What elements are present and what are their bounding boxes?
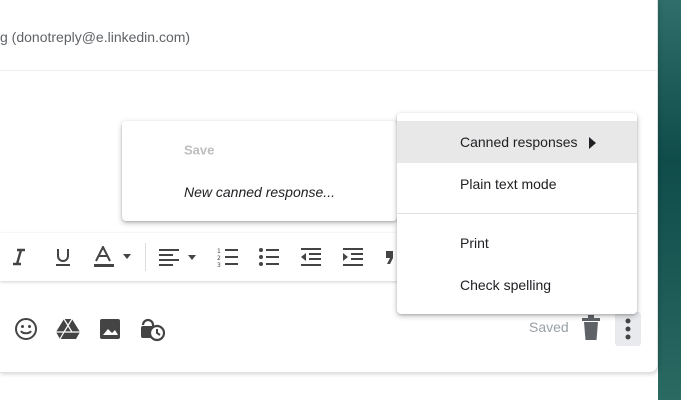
svg-text:2: 2 — [217, 255, 221, 262]
underline-icon[interactable] — [52, 245, 74, 269]
saved-status: Saved — [529, 319, 569, 335]
more-vert-icon — [625, 318, 631, 340]
bulleted-list-icon[interactable] — [258, 245, 280, 269]
more-options-menu: Canned responses Plain text mode Print C… — [397, 113, 637, 314]
recipient-address: g (donotreply@e.linkedin.com) — [0, 29, 191, 45]
menu-item-save: Save — [184, 142, 215, 158]
text-color-icon[interactable] — [93, 245, 135, 269]
svg-text:3: 3 — [217, 262, 221, 267]
quote-icon[interactable] — [384, 245, 396, 269]
indent-more-icon[interactable] — [342, 245, 364, 269]
submenu-arrow-icon — [589, 136, 596, 152]
align-icon[interactable] — [157, 245, 201, 269]
menu-separator — [397, 213, 637, 214]
menu-item-canned-responses[interactable]: Canned responses — [397, 121, 637, 163]
toolbar-separator — [145, 243, 146, 271]
photo-icon[interactable] — [97, 316, 123, 342]
emoji-icon[interactable] — [13, 316, 39, 342]
desktop-background — [658, 0, 681, 400]
drive-icon[interactable] — [55, 316, 81, 342]
confidential-mode-icon[interactable] — [139, 316, 165, 342]
menu-item-print[interactable]: Print — [397, 222, 637, 264]
formatting-toolbar: 123 — [0, 233, 420, 281]
numbered-list-icon[interactable]: 123 — [217, 245, 239, 269]
menu-item-new-canned-response[interactable]: New canned response... — [122, 176, 397, 208]
menu-item-check-spelling[interactable]: Check spelling — [397, 264, 637, 306]
header-divider — [0, 70, 657, 71]
svg-text:1: 1 — [217, 248, 221, 255]
menu-item-plain-text-mode[interactable]: Plain text mode — [397, 163, 637, 205]
indent-less-icon[interactable] — [300, 245, 322, 269]
canned-responses-submenu: Save New canned response... — [122, 121, 397, 221]
trash-icon[interactable] — [580, 315, 604, 341]
italic-icon[interactable] — [10, 245, 28, 269]
more-options-button[interactable] — [615, 312, 641, 346]
